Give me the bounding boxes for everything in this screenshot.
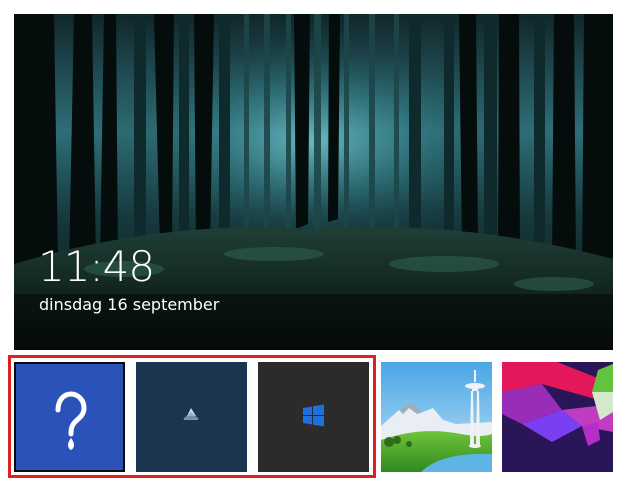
background-thumbnail-seattle[interactable] (381, 362, 492, 472)
geometric-shapes-icon (502, 362, 613, 472)
windows-logo-icon (303, 404, 324, 427)
lock-screen-date: dinsdag 16 september (39, 295, 220, 314)
mountain-icon (183, 408, 199, 420)
lock-screen-clock: 11:48 (38, 242, 155, 291)
background-thumbnail-windows[interactable] (258, 362, 369, 472)
question-mark-icon (55, 391, 87, 450)
background-thumbnail-mountain[interactable] (136, 362, 247, 472)
background-thumbnail-help[interactable] (14, 362, 125, 472)
space-needle-icon (381, 362, 492, 472)
lock-screen-preview: 11:48 dinsdag 16 september (14, 14, 613, 350)
background-thumbnail-geometric[interactable] (502, 362, 613, 472)
